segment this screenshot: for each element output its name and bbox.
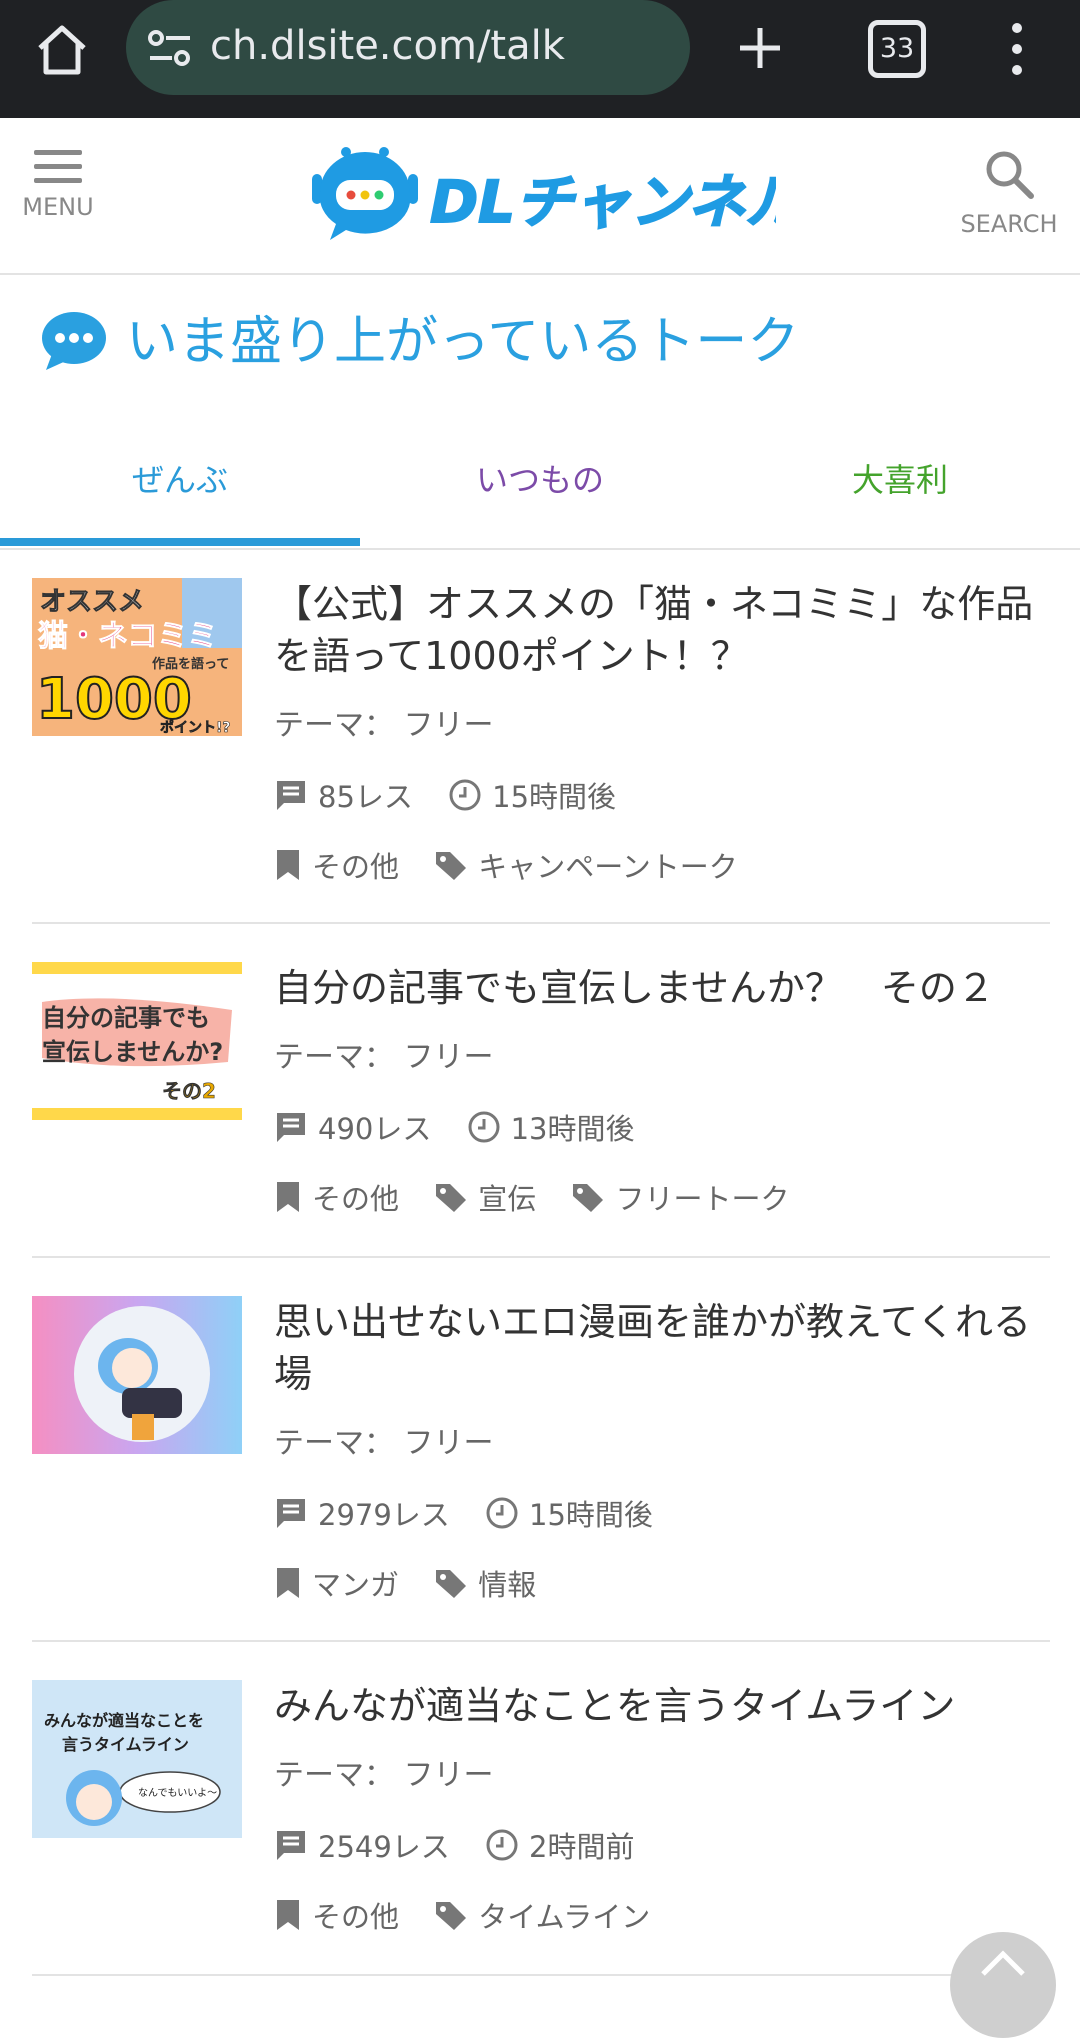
svg-text:オススメ: オススメ bbox=[40, 587, 144, 617]
url-text: ch.dlsite.com/talk bbox=[210, 23, 565, 69]
tab-usual[interactable]: いつもの bbox=[360, 430, 720, 544]
time-label: 13時間後 bbox=[510, 1112, 635, 1146]
svg-text:自分の記事でも: 自分の記事でも bbox=[42, 1004, 210, 1032]
category-label[interactable]: マンガ bbox=[312, 1562, 399, 1604]
talk-stats: 2979レス 15時間後 bbox=[274, 1492, 1054, 1532]
chevron-up-icon bbox=[981, 1950, 1025, 1976]
tag-icon bbox=[436, 852, 467, 880]
reply-count: 85レス bbox=[318, 780, 413, 814]
reply-count: 2979レス bbox=[318, 1498, 450, 1532]
talk-thumbnail[interactable]: みんなが適当なことを 言うタイムライン なんでもいいよ〜 bbox=[32, 1680, 242, 1838]
talk-body: 【公式】オススメの「猫・ネコミミ」な作品を語って1000ポイント！？ テーマ： … bbox=[274, 578, 1054, 884]
talk-title[interactable]: 【公式】オススメの「猫・ネコミミ」な作品を語って1000ポイント！？ bbox=[274, 578, 1054, 682]
time-label: 2時間前 bbox=[529, 1830, 635, 1864]
bookmark-icon bbox=[277, 1182, 299, 1212]
comment-icon bbox=[277, 1831, 305, 1860]
dl-channel-logo[interactable]: DLチャンネル bbox=[306, 144, 776, 244]
talk-thumbnail[interactable]: 自分の記事でも 宣伝しませんか? その2 bbox=[32, 962, 242, 1120]
comment-icon bbox=[277, 781, 305, 810]
tag-label[interactable]: キャンペーントーク bbox=[478, 844, 738, 886]
talk-theme: テーマ： フリー bbox=[274, 1040, 494, 1075]
tag-icon bbox=[436, 1902, 467, 1930]
clock-icon bbox=[486, 1497, 518, 1529]
talk-stats: 2549レス 2時間前 bbox=[274, 1824, 1054, 1864]
talk-thumbnail[interactable]: オススメ 猫・ネコミミ 作品を語って 1000 ポイント!? bbox=[32, 578, 242, 736]
time-label: 15時間後 bbox=[529, 1498, 653, 1532]
svg-text:宣伝しませんか?: 宣伝しませんか? bbox=[42, 1038, 223, 1066]
talk-tags: その他 宣伝 フリートーク bbox=[274, 1176, 1054, 1216]
talk-item[interactable]: オススメ 猫・ネコミミ 作品を語って 1000 ポイント!? 【公式】オススメの… bbox=[32, 578, 1050, 924]
talk-stats: 490レス 13時間後 bbox=[274, 1106, 1054, 1146]
svg-text:なんでもいいよ〜: なんでもいいよ〜 bbox=[138, 1787, 217, 1799]
clock-icon bbox=[449, 779, 481, 811]
svg-text:みんなが適当なことを: みんなが適当なことを bbox=[44, 1711, 204, 1730]
scroll-to-top-button[interactable] bbox=[950, 1932, 1056, 2038]
hamburger-icon bbox=[18, 150, 98, 183]
address-bar[interactable]: ch.dlsite.com/talk bbox=[126, 0, 690, 95]
category-label[interactable]: その他 bbox=[312, 1176, 399, 1218]
tag-icon bbox=[436, 1184, 467, 1212]
tag-label[interactable]: 宣伝 bbox=[478, 1176, 536, 1218]
chat-bubble-icon bbox=[42, 312, 106, 370]
talk-title[interactable]: 思い出せないエロ漫画を誰かが教えてくれる場 bbox=[274, 1296, 1054, 1400]
menu-label: MENU bbox=[22, 193, 94, 221]
browser-toolbar: ch.dlsite.com/talk 33 bbox=[0, 0, 1080, 118]
talk-tags: マンガ 情報 bbox=[274, 1562, 1054, 1602]
bookmark-icon bbox=[277, 1900, 299, 1930]
search-icon bbox=[986, 151, 1034, 199]
talk-tags: その他 キャンペーントーク bbox=[274, 844, 1054, 884]
tab-all[interactable]: ぜんぶ bbox=[0, 430, 360, 544]
tag-icon bbox=[573, 1184, 604, 1212]
home-icon[interactable] bbox=[34, 22, 90, 78]
talk-title[interactable]: みんなが適当なことを言うタイムライン bbox=[274, 1680, 1054, 1732]
comment-icon bbox=[277, 1113, 305, 1142]
svg-text:言うタイムライン: 言うタイムライン bbox=[62, 1735, 189, 1754]
menu-button[interactable]: MENU bbox=[18, 150, 98, 250]
new-tab-icon[interactable] bbox=[732, 20, 788, 76]
tag-label[interactable]: 情報 bbox=[478, 1562, 536, 1604]
tab-ogiri[interactable]: 大喜利 bbox=[720, 430, 1080, 544]
search-button[interactable]: SEARCH bbox=[954, 148, 1064, 248]
reply-count: 490レス bbox=[318, 1112, 432, 1146]
bookmark-icon bbox=[277, 1568, 299, 1598]
talk-body: 思い出せないエロ漫画を誰かが教えてくれる場 テーマ： フリー 2979レス 15… bbox=[274, 1296, 1054, 1602]
bookmark-icon bbox=[277, 850, 299, 880]
tag-icon bbox=[436, 1570, 467, 1598]
more-options-icon[interactable] bbox=[1002, 18, 1032, 80]
talk-body: みんなが適当なことを言うタイムライン テーマ： フリー 2549レス 2時間前 … bbox=[274, 1680, 1054, 1934]
talk-title[interactable]: 自分の記事でも宣伝しませんか？ その２ bbox=[274, 962, 1054, 1014]
talk-thumbnail[interactable] bbox=[32, 1296, 242, 1454]
talk-theme: テーマ： フリー bbox=[274, 708, 494, 743]
logo-text: DLチャンネル bbox=[430, 168, 776, 236]
talk-item[interactable]: みんなが適当なことを 言うタイムライン なんでもいいよ〜 みんなが適当なことを言… bbox=[32, 1680, 1050, 1976]
talk-item[interactable]: 思い出せないエロ漫画を誰かが教えてくれる場 テーマ： フリー 2979レス 15… bbox=[32, 1296, 1050, 1642]
svg-text:猫・ネコミミ: 猫・ネコミミ bbox=[38, 619, 217, 654]
time-label: 15時間後 bbox=[492, 780, 617, 814]
search-label: SEARCH bbox=[960, 210, 1058, 238]
clock-icon bbox=[486, 1829, 518, 1861]
site-settings-icon[interactable] bbox=[146, 26, 194, 70]
talk-stats: 85レス 15時間後 bbox=[274, 774, 1054, 814]
section-title: いま盛り上がっているトーク bbox=[126, 312, 800, 372]
active-tab-indicator bbox=[0, 538, 360, 546]
svg-text:その2: その2 bbox=[162, 1079, 216, 1103]
clock-icon bbox=[468, 1111, 500, 1143]
category-tabs: ぜんぶ いつもの 大喜利 bbox=[0, 430, 1080, 550]
reply-count: 2549レス bbox=[318, 1830, 450, 1864]
svg-text:ポイント!?: ポイント!? bbox=[160, 719, 231, 736]
category-label[interactable]: その他 bbox=[312, 1894, 399, 1936]
talk-theme: テーマ： フリー bbox=[274, 1426, 494, 1461]
talk-tags: その他 タイムライン bbox=[274, 1894, 1054, 1934]
talk-body: 自分の記事でも宣伝しませんか？ その２ テーマ： フリー 490レス 13時間後… bbox=[274, 962, 1054, 1216]
category-label[interactable]: その他 bbox=[312, 844, 399, 886]
talk-theme: テーマ： フリー bbox=[274, 1758, 494, 1793]
tag-label[interactable]: タイムライン bbox=[478, 1894, 650, 1936]
comment-icon bbox=[277, 1499, 305, 1528]
tag-label[interactable]: フリートーク bbox=[615, 1176, 789, 1218]
talk-item[interactable]: 自分の記事でも 宣伝しませんか? その2 自分の記事でも宣伝しませんか？ その２… bbox=[32, 962, 1050, 1258]
site-header: MENU DLチャンネル SEARCH bbox=[0, 118, 1080, 275]
tab-switcher-button[interactable]: 33 bbox=[868, 20, 926, 78]
